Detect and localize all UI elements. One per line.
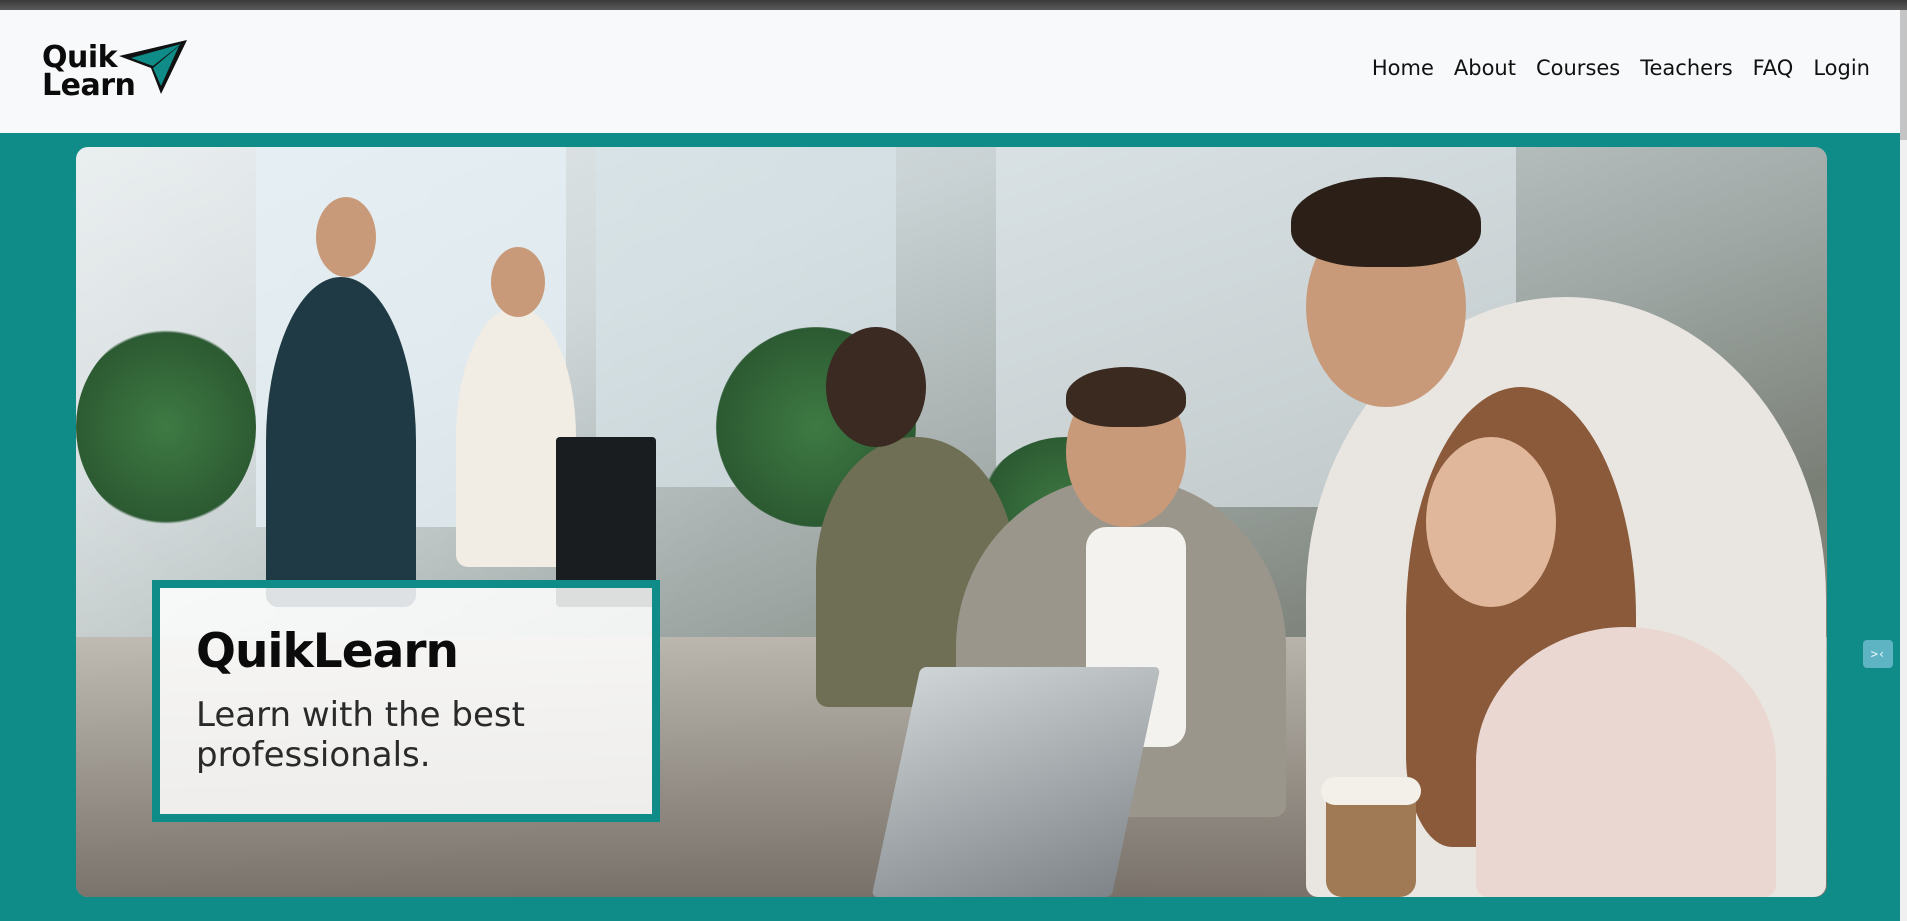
hero-image-person <box>266 277 416 607</box>
nav-faq[interactable]: FAQ <box>1753 56 1794 80</box>
nav-about[interactable]: About <box>1454 56 1516 80</box>
logo[interactable]: Quik Learn <box>42 37 189 107</box>
main-navigation: Home About Courses Teachers FAQ Login <box>1352 56 1870 80</box>
hero-image-head <box>1426 437 1556 607</box>
hero-image-hair <box>1291 177 1481 267</box>
nav-login[interactable]: Login <box>1813 56 1870 80</box>
hero-image-person <box>1476 627 1776 897</box>
nav-teachers[interactable]: Teachers <box>1640 56 1732 80</box>
hero-image-plant <box>76 327 256 527</box>
code-icon[interactable]: >‹ <box>1863 640 1893 668</box>
nav-courses[interactable]: Courses <box>1536 56 1620 80</box>
scrollbar-thumb[interactable] <box>1900 10 1907 140</box>
site-header: Quik Learn Home About Courses Teachers F… <box>0 10 1900 133</box>
hero-image-head <box>316 197 376 277</box>
hero-image-hair <box>1066 367 1186 427</box>
hero-image-laptop <box>871 667 1161 897</box>
hero-title: QuikLearn <box>196 624 459 679</box>
nav-home[interactable]: Home <box>1372 56 1434 80</box>
hero-banner: QuikLearn Learn with the best profession… <box>76 147 1827 897</box>
hero-image-head <box>491 247 545 317</box>
paper-plane-icon <box>119 39 188 94</box>
browser-top-strip <box>0 0 1907 10</box>
page-scrollbar[interactable] <box>1900 10 1907 921</box>
hero-caption-card: QuikLearn Learn with the best profession… <box>152 580 660 822</box>
hero-image-coffee-lid <box>1321 777 1421 805</box>
hero-image-head <box>826 327 926 447</box>
hero-subtitle: Learn with the best professionals. <box>196 695 525 775</box>
